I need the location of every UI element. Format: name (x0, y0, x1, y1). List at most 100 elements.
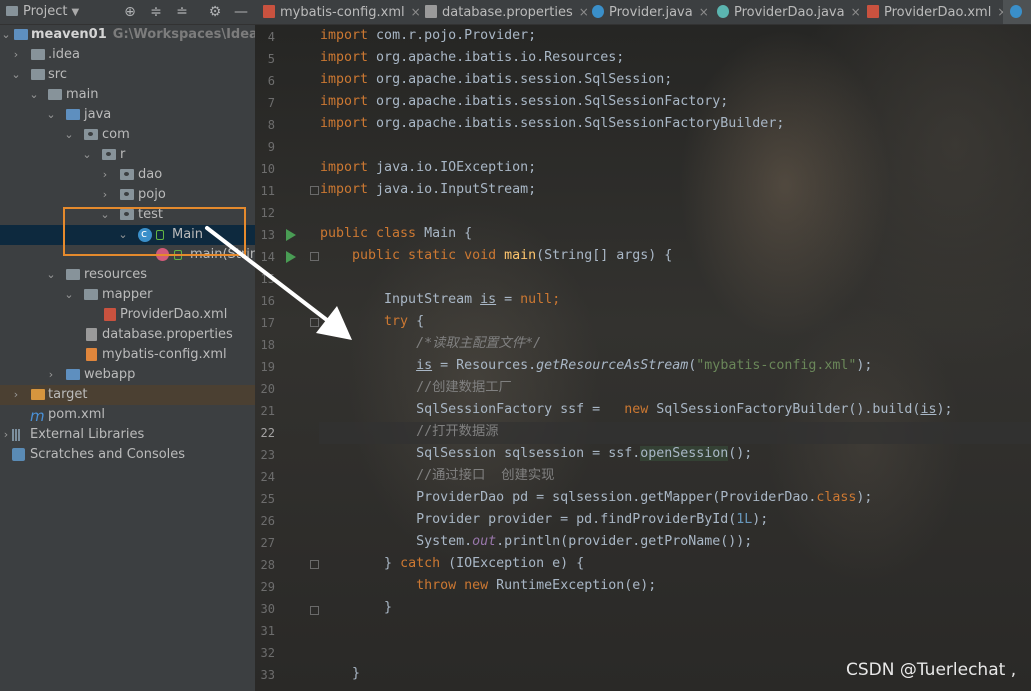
crosshair-icon[interactable]: ⊕ (121, 3, 139, 21)
chevron-down-icon[interactable]: ⌄ (117, 225, 129, 245)
fold-icon[interactable] (310, 560, 319, 569)
project-folder-icon (6, 6, 18, 16)
code-line: SqlSessionFactory ssf = new SqlSessionFa… (320, 399, 952, 421)
tree-item-scratches[interactable]: Scratches and Consoles (0, 445, 255, 465)
run-main-icon[interactable] (286, 251, 296, 263)
chevron-down-icon[interactable]: ⌄ (81, 145, 93, 165)
tab-label: database.properties (442, 5, 573, 20)
tree-item-test[interactable]: ⌄ test (0, 205, 255, 225)
tree-item-external-libraries[interactable]: › External Libraries (0, 425, 255, 445)
tree-item-main-class[interactable]: ⌄ Main (0, 225, 255, 245)
chevron-down-icon[interactable]: ⌄ (45, 265, 57, 285)
fold-icon[interactable] (310, 186, 319, 195)
chevron-down-icon[interactable]: ⌄ (99, 205, 111, 225)
close-icon[interactable]: × (851, 5, 861, 19)
expand-all-icon[interactable]: ≑ (147, 3, 165, 21)
libraries-icon (12, 428, 26, 441)
xml-file-icon (104, 308, 116, 321)
close-icon[interactable]: × (411, 5, 421, 19)
run-class-icon[interactable] (286, 229, 296, 241)
tree-item-dao[interactable]: › dao (0, 165, 255, 185)
chevron-down-icon[interactable]: ⌄ (28, 85, 40, 105)
tree-item-r[interactable]: ⌄ r (0, 145, 255, 165)
chevron-down-icon[interactable]: ⌄ (0, 25, 12, 45)
code-line: /*读取主配置文件*/ (320, 333, 541, 355)
chevron-down-icon[interactable]: ⌄ (10, 65, 22, 85)
tab-main-java[interactable] (1003, 0, 1031, 24)
chevron-down-icon[interactable]: ⌄ (63, 285, 75, 305)
tree-item-database-properties[interactable]: database.properties (0, 325, 255, 345)
tree-item-target[interactable]: › target (0, 385, 255, 405)
code-token: com.r.pojo.Provider; (368, 28, 537, 43)
tab-label: Provider.java (609, 5, 693, 20)
tree-item-com[interactable]: ⌄ com (0, 125, 255, 145)
collapse-all-icon[interactable]: ≐ (173, 3, 191, 21)
chevron-right-icon[interactable]: › (10, 45, 22, 65)
chevron-down-icon[interactable]: ⌄ (63, 125, 75, 145)
tree-item-main-method[interactable]: main(Strin (0, 245, 255, 265)
tree-item-pojo[interactable]: › pojo (0, 185, 255, 205)
tree-item-src[interactable]: ⌄ src (0, 65, 255, 85)
code-line: InputStream is = null; (320, 289, 560, 311)
tab-provider-java[interactable]: Provider.java × (592, 0, 709, 24)
line-number: 16 (260, 294, 275, 308)
folder-icon (84, 289, 98, 300)
tree-item-main[interactable]: ⌄ main (0, 85, 255, 105)
tree-item-mybatis-config-xml[interactable]: mybatis-config.xml (0, 345, 255, 365)
close-icon[interactable]: × (579, 5, 589, 19)
line-number: 32 (260, 646, 275, 660)
tab-providerdao-java[interactable]: ProviderDao.java × (717, 0, 861, 24)
tab-label: mybatis-config.xml (280, 5, 405, 20)
tab-mybatis-config-xml[interactable]: mybatis-config.xml × (263, 0, 421, 24)
fold-icon[interactable] (310, 606, 319, 615)
line-number: 6 (267, 74, 275, 88)
line-number: 11 (260, 184, 275, 198)
close-icon[interactable]: × (699, 5, 709, 19)
tree-label: main(Strin (190, 247, 255, 262)
gear-icon[interactable]: ⚙ (206, 3, 224, 21)
tab-providerdao-xml[interactable]: ProviderDao.xml× (867, 0, 1007, 24)
tree-label: java (84, 107, 112, 122)
tree-label: .idea (48, 47, 80, 62)
fold-icon[interactable] (310, 318, 319, 327)
tree-item-providerdao-xml[interactable]: ProviderDao.xml (0, 305, 255, 325)
fold-icon[interactable] (310, 252, 319, 261)
chevron-right-icon[interactable]: › (0, 425, 12, 445)
hide-icon[interactable]: — (232, 3, 250, 21)
code-token: import (320, 116, 369, 131)
code-token: ); (936, 402, 953, 417)
project-view-selector[interactable]: Project ▼ (6, 4, 79, 19)
tree-item-java[interactable]: ⌄ java (0, 105, 255, 125)
line-number: 15 (260, 272, 275, 286)
tree-item-meaven01[interactable]: ⌄ meaven01 G:\Workspaces\IdeaProjec (0, 25, 255, 45)
tree-item-mapper[interactable]: ⌄ mapper (0, 285, 255, 305)
properties-file-icon (86, 328, 97, 341)
maven-icon: m (30, 407, 45, 425)
xml-file-icon (86, 348, 97, 361)
line-number: 20 (260, 382, 275, 396)
chevron-right-icon[interactable]: › (99, 185, 111, 205)
code-token: import (320, 94, 369, 109)
chevron-right-icon[interactable]: › (45, 365, 57, 385)
code-token: org.apache.ibatis.io.Resources; (368, 50, 625, 65)
code-editor[interactable]: 4 5 6 7 8 9 10 11 12 13 14 15 16 17 18 1… (255, 25, 1031, 691)
tree-label: database.properties (102, 327, 233, 342)
tree-label: mapper (102, 287, 153, 302)
code-token: class (816, 490, 857, 505)
tree-label: External Libraries (30, 427, 145, 442)
tree-item-webapp[interactable]: › webapp (0, 365, 255, 385)
tree-item-pom-xml[interactable]: m pom.xml (0, 405, 255, 425)
code-token: import (320, 160, 369, 175)
tab-database-properties[interactable]: database.properties × (425, 0, 589, 24)
code-token: new (624, 402, 649, 417)
chevron-right-icon[interactable]: › (99, 165, 111, 185)
properties-icon (425, 5, 437, 18)
chevron-right-icon[interactable]: › (10, 385, 22, 405)
code-line: System.out.println(provider.getProName()… (320, 531, 752, 553)
tree-item-resources[interactable]: ⌄ resources (0, 265, 255, 285)
tree-item-idea[interactable]: › .idea (0, 45, 255, 65)
line-number: 28 (260, 558, 275, 572)
chevron-down-icon[interactable]: ⌄ (45, 105, 57, 125)
